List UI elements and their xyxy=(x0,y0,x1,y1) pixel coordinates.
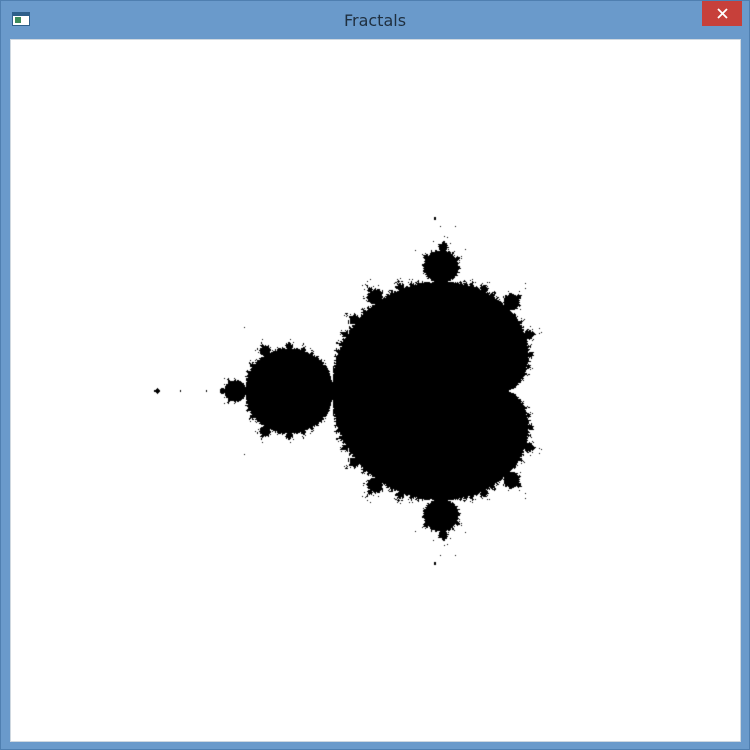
close-button[interactable] xyxy=(702,1,742,26)
close-icon xyxy=(717,8,728,19)
title-bar[interactable]: Fractals xyxy=(1,1,749,39)
window-title: Fractals xyxy=(343,11,407,30)
fractal-canvas-area[interactable] xyxy=(10,39,741,742)
mandelbrot-canvas[interactable] xyxy=(11,40,740,741)
app-window: Fractals xyxy=(0,0,750,750)
